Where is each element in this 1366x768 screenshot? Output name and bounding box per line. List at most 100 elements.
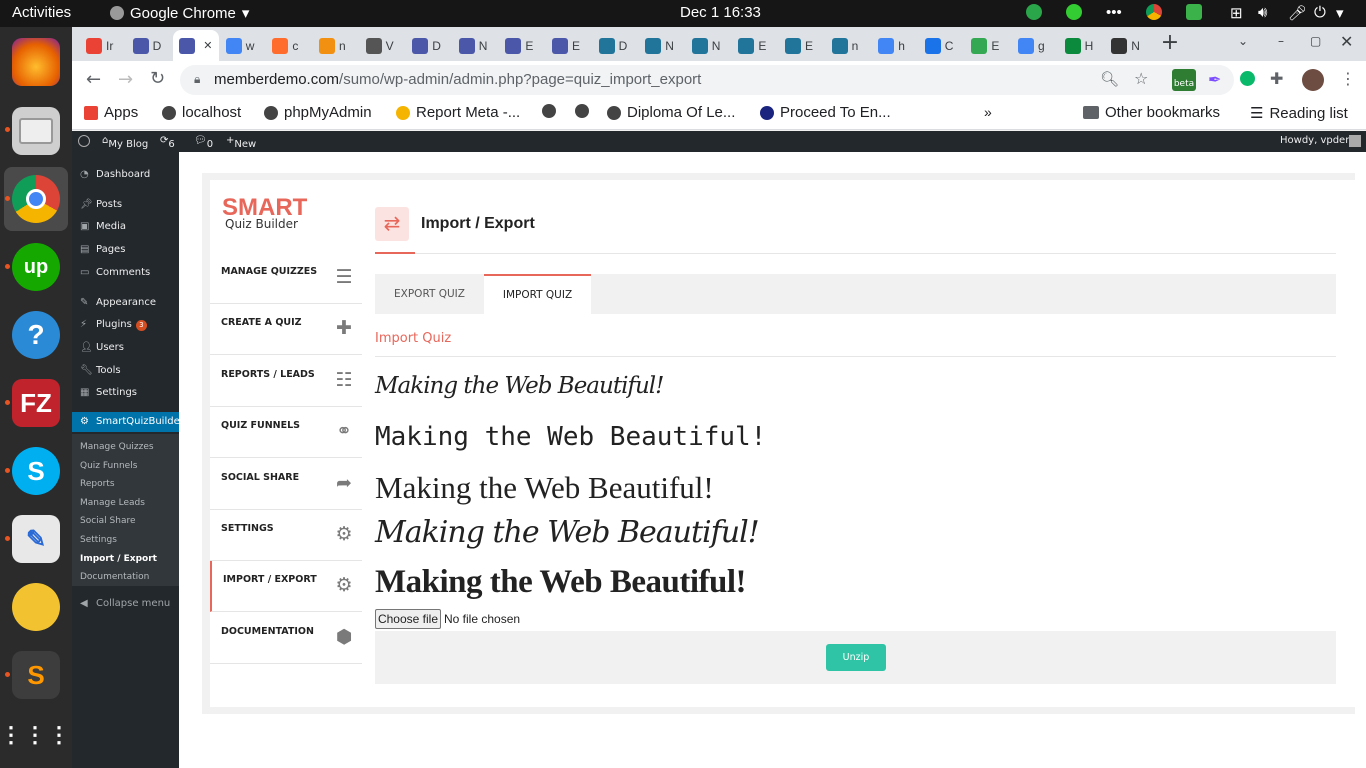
sqb-nav-reports-leads[interactable]: REPORTS / LEADS ☷ (210, 356, 362, 407)
site-link[interactable]: ⌂ My Blog (102, 135, 148, 150)
bookmark-item[interactable] (575, 104, 589, 118)
minimize-button[interactable]: – (1278, 34, 1284, 48)
browser-tab[interactable]: g (1012, 30, 1058, 61)
show-apps-icon[interactable]: ⋮⋮⋮ (0, 711, 70, 759)
address-bar[interactable]: 🔒︎ memberdemo.com/sumo/wp-admin/admin.ph… (180, 65, 1234, 95)
bookmark-star-icon[interactable]: ☆ (1134, 69, 1148, 88)
sqb-nav-quiz-funnels[interactable]: QUIZ FUNNELS ⚭ (210, 407, 362, 459)
wp-menu-settings[interactable]: ▦ Settings (72, 383, 179, 403)
clock[interactable]: Dec 1 16:33 (680, 4, 761, 21)
extensions-puzzle-icon[interactable]: ✚ (1270, 69, 1283, 88)
power-icon[interactable]: ⏻ (1314, 4, 1326, 21)
browser-tab[interactable]: n (826, 30, 872, 61)
help-icon[interactable]: ? (12, 311, 60, 359)
browser-tab[interactable]: N (453, 30, 499, 61)
tab-export-quiz[interactable]: EXPORT QUIZ (375, 274, 484, 314)
chrome-icon[interactable] (12, 175, 60, 223)
browser-tab[interactable]: N (686, 30, 732, 61)
skype-icon[interactable]: S (12, 447, 60, 495)
forward-button[interactable]: → (118, 69, 133, 90)
chevron-down-icon[interactable]: ▾ (1336, 4, 1344, 22)
sqb-nav-social-share[interactable]: SOCIAL SHARE ➦ (210, 459, 362, 510)
updates-link[interactable]: ⟳ 6 (160, 135, 175, 150)
tab-search-icon[interactable]: ⌄ (1238, 34, 1248, 48)
browser-tab[interactable]: E (965, 30, 1011, 61)
browser-tab[interactable]: D (406, 30, 452, 61)
app-menu[interactable]: Google Chrome ▾ (110, 4, 249, 22)
grammarly-icon[interactable] (1240, 71, 1255, 86)
sqb-nav-manage-quizzes[interactable]: MANAGE QUIZZES ☰ (210, 253, 362, 304)
browser-tab[interactable]: Ir (80, 30, 126, 61)
text-editor-icon[interactable]: ✎ (12, 515, 60, 563)
sqb-nav-settings[interactable]: SETTINGS ⚙ (210, 510, 362, 561)
wp-submenu-item[interactable]: Manage Quizzes (80, 442, 154, 452)
close-tab-icon[interactable]: ✕ (203, 39, 212, 52)
firefox-icon[interactable] (12, 38, 60, 86)
more-dots-icon[interactable]: ••• (1106, 4, 1122, 21)
browser-tab[interactable]: E (499, 30, 545, 61)
browser-tab[interactable]: n (313, 30, 359, 61)
browser-tab[interactable]: V (360, 30, 406, 61)
shield-check-icon[interactable] (1186, 4, 1202, 20)
maximize-button[interactable]: ▢ (1310, 34, 1321, 48)
wp-menu-smartquizbuilder[interactable]: ⚙ SmartQuizBuilder (72, 412, 184, 432)
genie-lamp-icon[interactable] (12, 583, 60, 631)
wp-menu-dashboard[interactable]: ◔ Dashboard (72, 165, 179, 185)
profile-avatar[interactable] (1302, 69, 1324, 91)
browser-tab[interactable]: E (779, 30, 825, 61)
wordpress-logo-icon[interactable] (78, 135, 90, 147)
zoom-icon[interactable]: 🔍︎ (1100, 70, 1119, 88)
chrome-menu-icon[interactable]: ⋮ (1340, 69, 1356, 88)
wp-menu-posts[interactable]: 📌︎ Posts (72, 195, 179, 215)
browser-tab[interactable]: C (919, 30, 965, 61)
new-content-link[interactable]: + New (226, 135, 256, 150)
browser-tab[interactable]: N (639, 30, 685, 61)
browser-tab[interactable]: ✕ (173, 30, 220, 61)
wp-submenu-item[interactable]: Social Share (80, 516, 136, 526)
browser-tab[interactable]: c (266, 30, 312, 61)
back-button[interactable]: ← (86, 69, 101, 90)
wp-submenu-item[interactable]: Manage Leads (80, 498, 145, 508)
bookmark-item[interactable]: Report Meta -... (396, 104, 520, 121)
sqb-nav-documentation[interactable]: DOCUMENTATION ⬢ (210, 613, 362, 664)
browser-tab[interactable]: H (1059, 30, 1105, 61)
wp-menu-comments[interactable]: ▭ Comments (72, 263, 179, 283)
wp-menu-tools[interactable]: 🔧︎ Tools (72, 361, 179, 381)
beta-extension-icon[interactable]: beta (1172, 69, 1196, 91)
bookmark-item[interactable]: Diploma Of Le... (607, 104, 735, 121)
wp-menu-users[interactable]: 👤︎ Users (72, 338, 179, 358)
browser-tab[interactable]: E (546, 30, 592, 61)
other-bookmarks[interactable]: Other bookmarks (1083, 104, 1220, 121)
volume-icon[interactable]: 🔊︎ (1258, 4, 1267, 21)
wp-menu-pages[interactable]: ▤ Pages (72, 240, 179, 260)
feather-extension-icon[interactable]: ✒ (1208, 70, 1221, 89)
browser-tab[interactable]: h (872, 30, 918, 61)
sublime-text-icon[interactable]: S (12, 651, 60, 699)
wp-submenu-item[interactable]: Import / Export (80, 554, 157, 564)
browser-tab[interactable]: E (732, 30, 778, 61)
bookmark-item[interactable]: Apps (84, 104, 138, 121)
tab-import-quiz[interactable]: IMPORT QUIZ (484, 274, 591, 314)
unzip-button[interactable]: Unzip (826, 644, 886, 671)
upwork-icon[interactable]: up (12, 243, 60, 291)
reading-list[interactable]: ☰ Reading list (1250, 104, 1348, 123)
browser-tab[interactable]: w (220, 30, 266, 61)
filezilla-icon[interactable]: FZ (12, 379, 60, 427)
reload-button[interactable]: ↻ (150, 68, 165, 89)
wp-menu-plugins[interactable]: ⚡︎ Plugins 3 (72, 315, 179, 335)
wp-menu-media[interactable]: ▣ Media (72, 217, 179, 237)
wp-submenu-item[interactable]: Settings (80, 535, 117, 545)
activities-button[interactable]: Activities (12, 4, 71, 21)
comments-link[interactable]: 💬︎ 0 (194, 135, 213, 150)
sqb-nav-import-export[interactable]: IMPORT / EXPORT ⚙ (210, 561, 362, 613)
bookmark-item[interactable] (542, 104, 556, 118)
more-bookmarks-button[interactable]: » (984, 104, 992, 120)
bookmark-item[interactable]: localhost (162, 104, 241, 121)
browser-tab[interactable]: D (593, 30, 639, 61)
microphone-icon[interactable]: 🎤︎ (1288, 4, 1307, 22)
sync-icon[interactable] (1026, 4, 1042, 20)
wp-submenu-item[interactable]: Documentation (80, 572, 149, 582)
browser-tab[interactable]: N (1105, 30, 1151, 61)
network-icon[interactable]: ⊞ (1230, 4, 1243, 22)
files-icon[interactable] (12, 107, 60, 155)
